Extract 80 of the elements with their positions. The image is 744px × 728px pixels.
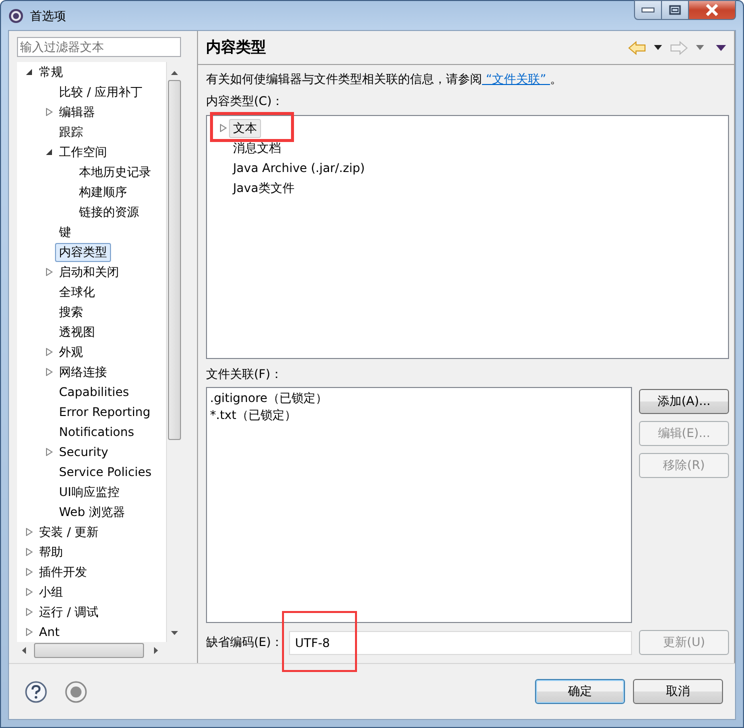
encoding-field[interactable]: UTF-8 (288, 630, 632, 654)
expand-arrow-icon[interactable] (45, 108, 53, 116)
tree-item[interactable]: Service Policies (55, 462, 156, 482)
association-button[interactable]: 添加(A)... (639, 389, 729, 414)
tree-item[interactable]: 编辑器 (55, 102, 99, 122)
minimize-icon (641, 7, 655, 13)
file-associations-label: 文件关联(F)： (206, 366, 284, 383)
tree-item[interactable]: Ant (35, 622, 64, 642)
tree-item[interactable]: Web 浏览器 (55, 502, 129, 522)
tree-item[interactable]: 常规 (35, 62, 67, 82)
expand-arrow-icon[interactable] (45, 348, 53, 356)
tree-item[interactable]: 搜索 (55, 302, 87, 322)
collapse-arrow-icon[interactable] (45, 148, 53, 156)
tree-item[interactable]: 安装 / 更新 (35, 522, 103, 542)
scroll-down-arrow-icon[interactable] (170, 630, 178, 636)
record-icon[interactable] (65, 680, 87, 702)
expand-arrow-icon[interactable] (25, 588, 33, 596)
expand-arrow-icon[interactable] (45, 268, 53, 276)
tree-item[interactable]: 本地历史记录 (75, 162, 155, 182)
tree-item[interactable]: Security (55, 442, 112, 462)
content-type-item[interactable]: 文本 (229, 118, 261, 138)
expand-arrow-icon[interactable] (25, 548, 33, 556)
tree-item[interactable]: 帮助 (35, 542, 67, 562)
scrollbar-thumb[interactable] (168, 80, 180, 440)
scroll-up-arrow-icon[interactable] (170, 70, 178, 76)
tree-item[interactable]: 全球化 (55, 282, 99, 302)
tree-item[interactable]: 启动和关闭 (55, 262, 123, 282)
window-title: 首选项 (30, 8, 66, 24)
minimize-button[interactable] (634, 0, 662, 20)
tree-item[interactable]: 构建顺序 (75, 182, 131, 202)
collapse-arrow-icon[interactable] (25, 68, 33, 76)
expand-arrow-icon[interactable] (25, 568, 33, 576)
tree-item[interactable]: 链接的资源 (75, 202, 143, 222)
maximize-icon (669, 5, 681, 15)
tree-item[interactable]: 键 (55, 222, 75, 242)
tree-item[interactable]: Error Reporting (55, 402, 154, 422)
tree-item[interactable]: 内容类型 (55, 242, 111, 262)
forward-arrow-icon[interactable] (670, 40, 688, 54)
tree-item[interactable]: 比较 / 应用补丁 (55, 82, 147, 102)
gear-icon (8, 8, 24, 24)
expand-arrow-icon[interactable] (25, 528, 33, 536)
file-associations-link[interactable]: “文件关联” (482, 72, 550, 86)
scroll-left-arrow-icon[interactable] (21, 646, 27, 655)
tree-item[interactable]: Notifications (55, 422, 138, 442)
expand-arrow-icon[interactable] (45, 448, 53, 456)
content-type-item[interactable]: 消息文档 (229, 138, 285, 158)
help-icon[interactable] (25, 680, 47, 702)
expand-arrow-icon[interactable] (45, 368, 53, 376)
filter-field[interactable]: 输入过滤器文本 (17, 37, 181, 57)
tree-item[interactable]: 运行 / 调试 (35, 602, 103, 622)
tree-item[interactable]: UI响应监控 (55, 482, 124, 502)
description-text: 有关如何使编辑器与文件类型相关联的信息，请参阅 “文件关联” 。 (206, 71, 564, 88)
dropdown-arrow-icon[interactable] (654, 45, 662, 50)
expand-arrow-icon[interactable] (219, 124, 227, 132)
encoding-label: 缺省编码(E)： (206, 634, 283, 651)
dialog-button[interactable]: 确定 (535, 679, 625, 704)
expand-arrow-icon[interactable] (25, 608, 33, 616)
scrollbar-thumb[interactable] (34, 643, 144, 658)
file-association-item[interactable]: .gitignore（已锁定） (210, 390, 628, 407)
tree-item[interactable]: 插件开发 (35, 562, 91, 582)
tree-item[interactable]: 工作空间 (55, 142, 111, 162)
content-type-item[interactable]: Java类文件 (229, 178, 298, 198)
tree-item[interactable]: 网络连接 (55, 362, 111, 382)
close-icon (705, 4, 719, 16)
file-association-item[interactable]: *.txt（已锁定） (210, 407, 628, 424)
content-types-label: 内容类型(C)： (206, 93, 285, 110)
content-type-item[interactable]: Java Archive (.jar/.zip) (229, 158, 369, 178)
maximize-button[interactable] (662, 0, 689, 20)
tree-item[interactable]: 外观 (55, 342, 87, 362)
scroll-right-arrow-icon[interactable] (153, 646, 159, 655)
page-title: 内容类型 (206, 38, 267, 57)
tree-item[interactable]: 跟踪 (55, 122, 87, 142)
view-menu-icon[interactable] (716, 44, 726, 50)
close-button[interactable] (689, 0, 736, 20)
expand-arrow-icon[interactable] (25, 628, 33, 636)
tree-item[interactable]: 小组 (35, 582, 67, 602)
back-arrow-icon[interactable] (628, 40, 646, 54)
dialog-button[interactable]: 取消 (633, 679, 723, 704)
tree-item[interactable]: 透视图 (55, 322, 99, 342)
tree-item[interactable]: Capabilities (55, 382, 133, 402)
